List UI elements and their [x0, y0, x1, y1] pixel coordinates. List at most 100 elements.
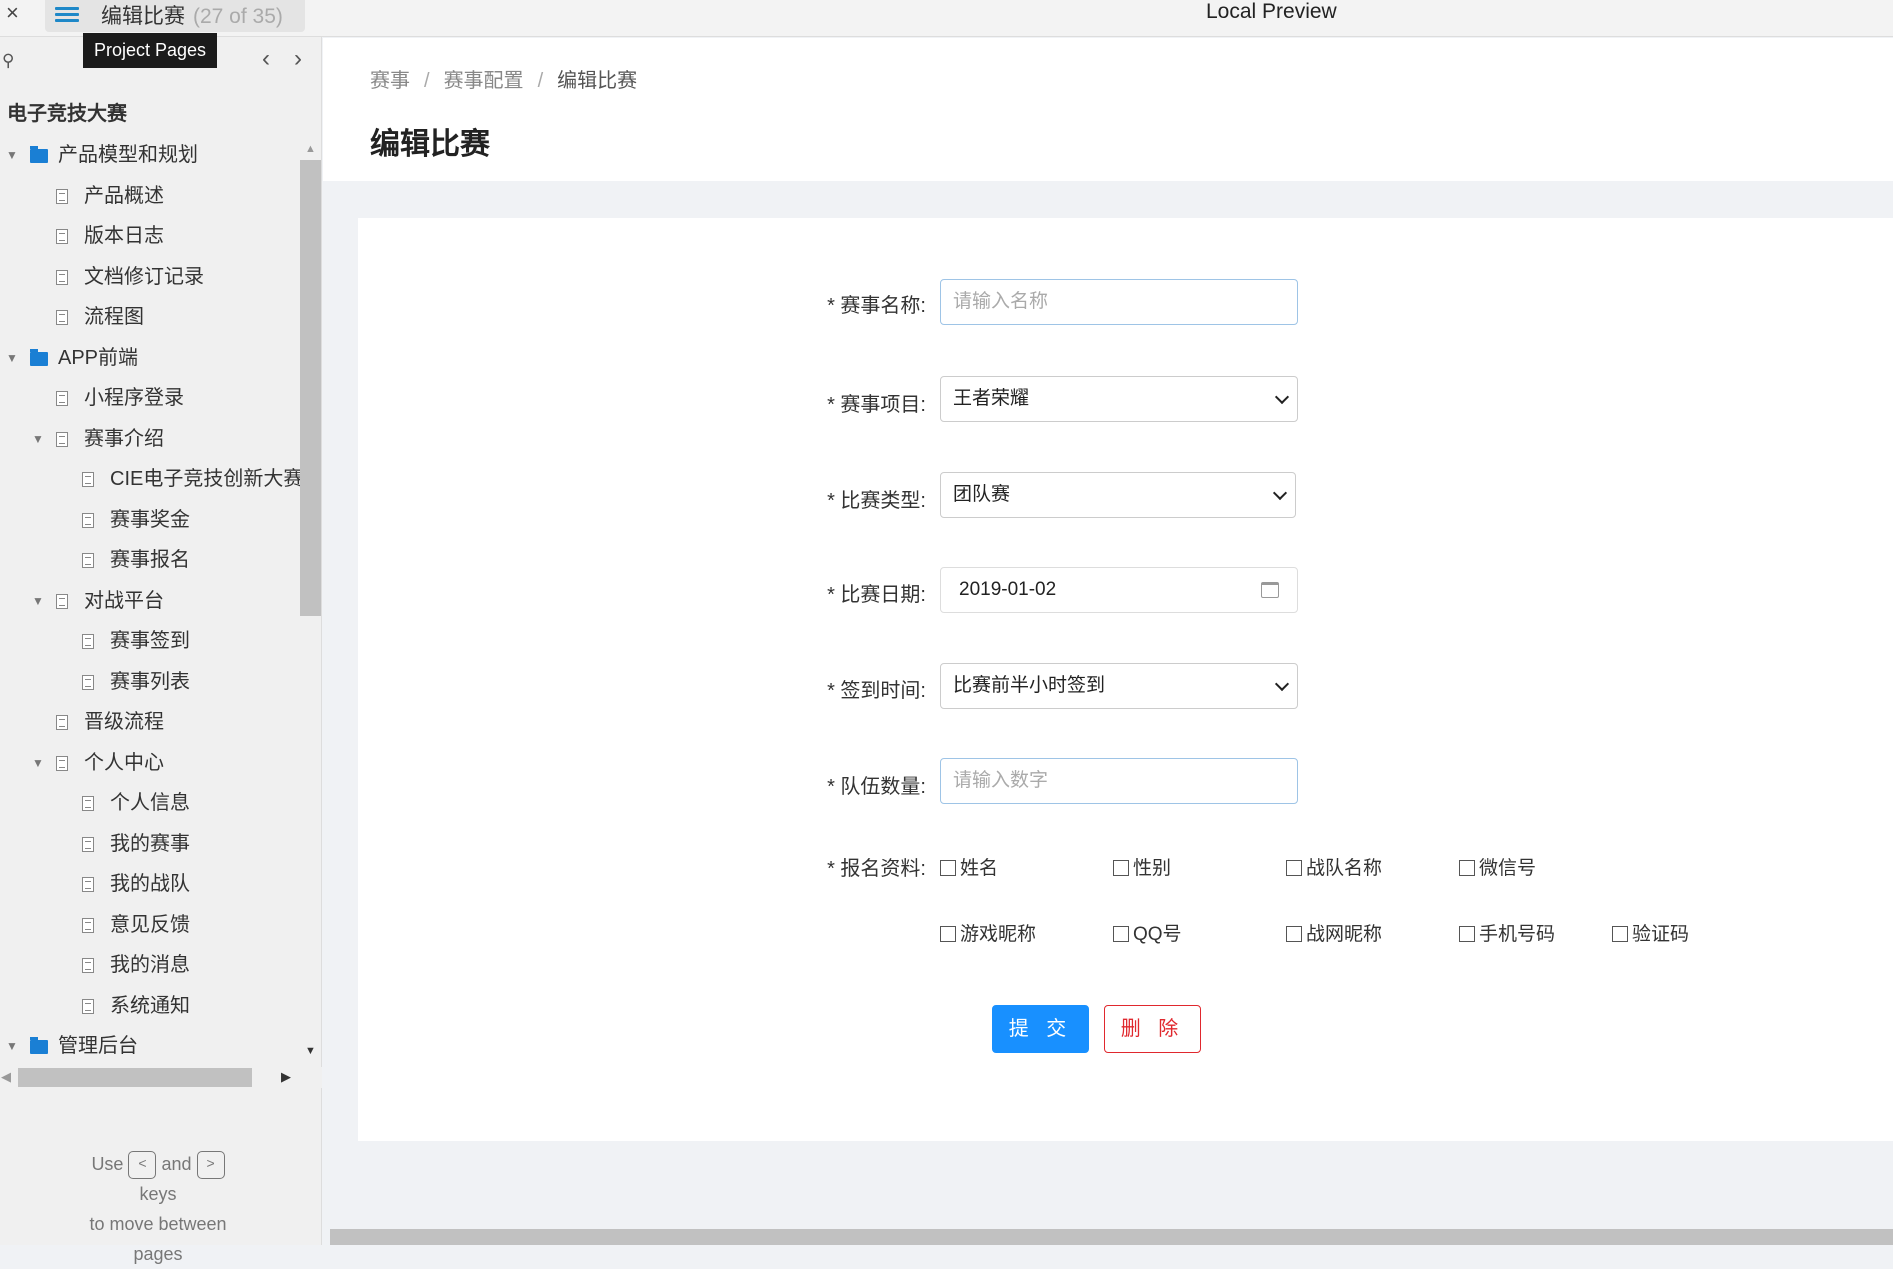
name-input[interactable]: 请输入名称: [940, 279, 1298, 325]
checkbox-label: 战队名称: [1306, 858, 1383, 879]
game-value: 王者荣耀: [953, 388, 1030, 409]
info-checkbox[interactable]: 战网昵称: [1286, 919, 1382, 946]
checkbox-icon[interactable]: [940, 860, 956, 876]
calendar-icon[interactable]: [1261, 582, 1279, 598]
sidebar-item-label: 我的战队: [110, 873, 190, 895]
sidebar-item[interactable]: 赛事签到: [0, 621, 300, 661]
checkbox-icon[interactable]: [1459, 926, 1475, 942]
page-icon: [82, 917, 94, 933]
sidebar-item[interactable]: 产品概述: [0, 176, 300, 216]
current-page-title: 编辑比赛: [101, 5, 185, 28]
expand-arrow-icon[interactable]: ▼: [32, 581, 44, 621]
scroll-right-icon[interactable]: ▶: [281, 1069, 291, 1085]
sidebar-item[interactable]: 系统通知: [0, 986, 300, 1026]
sidebar-item[interactable]: ▼ 管理后台: [0, 1026, 300, 1066]
sidebar-item[interactable]: 我的战队: [0, 864, 300, 904]
date-input[interactable]: 2019-01-02: [940, 567, 1298, 613]
sidebar-item[interactable]: 赛事奖金: [0, 500, 300, 540]
menu-icon[interactable]: [55, 4, 79, 26]
info-checkbox[interactable]: 战队名称: [1286, 853, 1382, 880]
page-icon: [56, 310, 68, 325]
info-checkbox[interactable]: QQ号: [1113, 919, 1182, 946]
sidebar-item[interactable]: ▼ 产品模型和规划: [0, 135, 300, 175]
folder-icon: [30, 1037, 48, 1054]
breadcrumb-item[interactable]: 赛事配置: [444, 70, 524, 92]
project-pages-tooltip: Project Pages: [83, 33, 218, 68]
checkbox-icon[interactable]: [1286, 860, 1302, 876]
close-icon[interactable]: ×: [6, 0, 19, 26]
page-icon: [56, 229, 68, 244]
sidebar-item[interactable]: CIE电子竞技创新大赛: [0, 459, 300, 499]
sidebar-item[interactable]: ▼ 个人中心: [0, 743, 300, 783]
sidebar-item[interactable]: ▼ 赛事介绍: [0, 419, 300, 459]
sidebar-item[interactable]: 我的赛事: [0, 824, 300, 864]
sidebar-item[interactable]: 我的消息: [0, 945, 300, 985]
search-icon[interactable]: ⚲: [2, 51, 14, 71]
page-icon: [82, 512, 94, 528]
sidebar-hscroll-thumb[interactable]: [18, 1068, 252, 1087]
sidebar-item-label: 晋级流程: [84, 711, 164, 733]
checkbox-label: 微信号: [1479, 858, 1537, 879]
sidebar-item[interactable]: 小程序登录: [0, 378, 300, 418]
preview-title: Local Preview: [1206, 0, 1337, 23]
expand-arrow-icon[interactable]: ▼: [32, 419, 44, 459]
scroll-left-icon[interactable]: ◀: [1, 1069, 11, 1085]
page-icon: [82, 553, 94, 568]
expand-arrow-icon[interactable]: ▼: [6, 338, 18, 378]
submit-button[interactable]: 提 交: [992, 1005, 1089, 1053]
help-text: keys: [139, 1184, 177, 1205]
teams-input[interactable]: 请输入数字: [940, 758, 1298, 804]
expand-arrow-icon[interactable]: ▼: [32, 743, 44, 783]
chevron-down-icon: [1274, 389, 1290, 405]
checkbox-icon[interactable]: [1459, 860, 1475, 876]
scroll-down-icon[interactable]: ▼: [305, 1045, 316, 1057]
page-icon: [82, 998, 94, 1014]
prev-page-button[interactable]: ‹: [262, 45, 270, 73]
checkbox-icon[interactable]: [1113, 926, 1129, 942]
sidebar-item-label: 管理后台: [58, 1035, 138, 1057]
type-select[interactable]: 团队赛: [940, 472, 1296, 518]
sidebar-item[interactable]: ▼ 对战平台: [0, 581, 300, 621]
checkbox-icon[interactable]: [1612, 926, 1628, 942]
info-checkbox[interactable]: 性别: [1113, 853, 1171, 880]
sidebar-item[interactable]: 意见反馈: [0, 905, 300, 945]
sidebar-item[interactable]: 流程图: [0, 297, 300, 337]
info-label: * 报名资料:: [827, 858, 926, 880]
sidebar-item[interactable]: 赛事报名: [0, 540, 300, 580]
expand-arrow-icon[interactable]: ▼: [6, 135, 18, 175]
info-checkbox[interactable]: 微信号: [1459, 853, 1536, 880]
info-checkbox[interactable]: 手机号码: [1459, 919, 1555, 946]
checkbox-label: 战网昵称: [1306, 924, 1383, 945]
sidebar-item-label: 文档修订记录: [84, 265, 204, 288]
sidebar-item-label: 意见反馈: [110, 913, 190, 936]
sidebar-item[interactable]: 晋级流程: [0, 702, 300, 742]
scroll-up-icon[interactable]: ▲: [305, 143, 316, 155]
next-page-button[interactable]: ›: [294, 45, 302, 73]
checkbox-icon[interactable]: [1286, 926, 1302, 942]
info-checkbox[interactable]: 游戏昵称: [940, 919, 1036, 946]
sidebar-scroll-thumb[interactable]: [300, 160, 321, 616]
chevron-down-icon: [1272, 485, 1288, 501]
sidebar-item[interactable]: ▼ APP前端: [0, 338, 300, 378]
delete-button[interactable]: 删 除: [1104, 1005, 1201, 1053]
game-select[interactable]: 王者荣耀: [940, 376, 1298, 422]
checkin-label: * 签到时间:: [827, 680, 926, 702]
date-value: 2019-01-02: [959, 579, 1057, 600]
project-pages-tab[interactable]: 编辑比赛 (27 of 35): [45, 0, 305, 32]
breadcrumb-item[interactable]: 赛事: [370, 70, 410, 92]
sidebar-item[interactable]: 个人信息: [0, 783, 300, 823]
checkbox-icon[interactable]: [940, 926, 956, 942]
keyboard-help: Use < and > keys to move between pages: [0, 1149, 316, 1269]
sidebar-item[interactable]: 版本日志: [0, 216, 300, 256]
project-name: 电子竞技大赛: [7, 103, 127, 125]
checkbox-icon[interactable]: [1113, 860, 1129, 876]
folder-icon: [30, 146, 48, 163]
main-horizontal-scrollbar[interactable]: [330, 1229, 1893, 1245]
checkbox-label: 验证码: [1632, 924, 1690, 945]
info-checkbox[interactable]: 验证码: [1612, 919, 1689, 946]
info-checkbox[interactable]: 姓名: [940, 853, 998, 880]
sidebar-item[interactable]: 赛事列表: [0, 662, 300, 702]
checkin-select[interactable]: 比赛前半小时签到: [940, 663, 1298, 709]
sidebar-item[interactable]: 文档修订记录: [0, 257, 300, 297]
expand-arrow-icon[interactable]: ▼: [6, 1026, 18, 1066]
